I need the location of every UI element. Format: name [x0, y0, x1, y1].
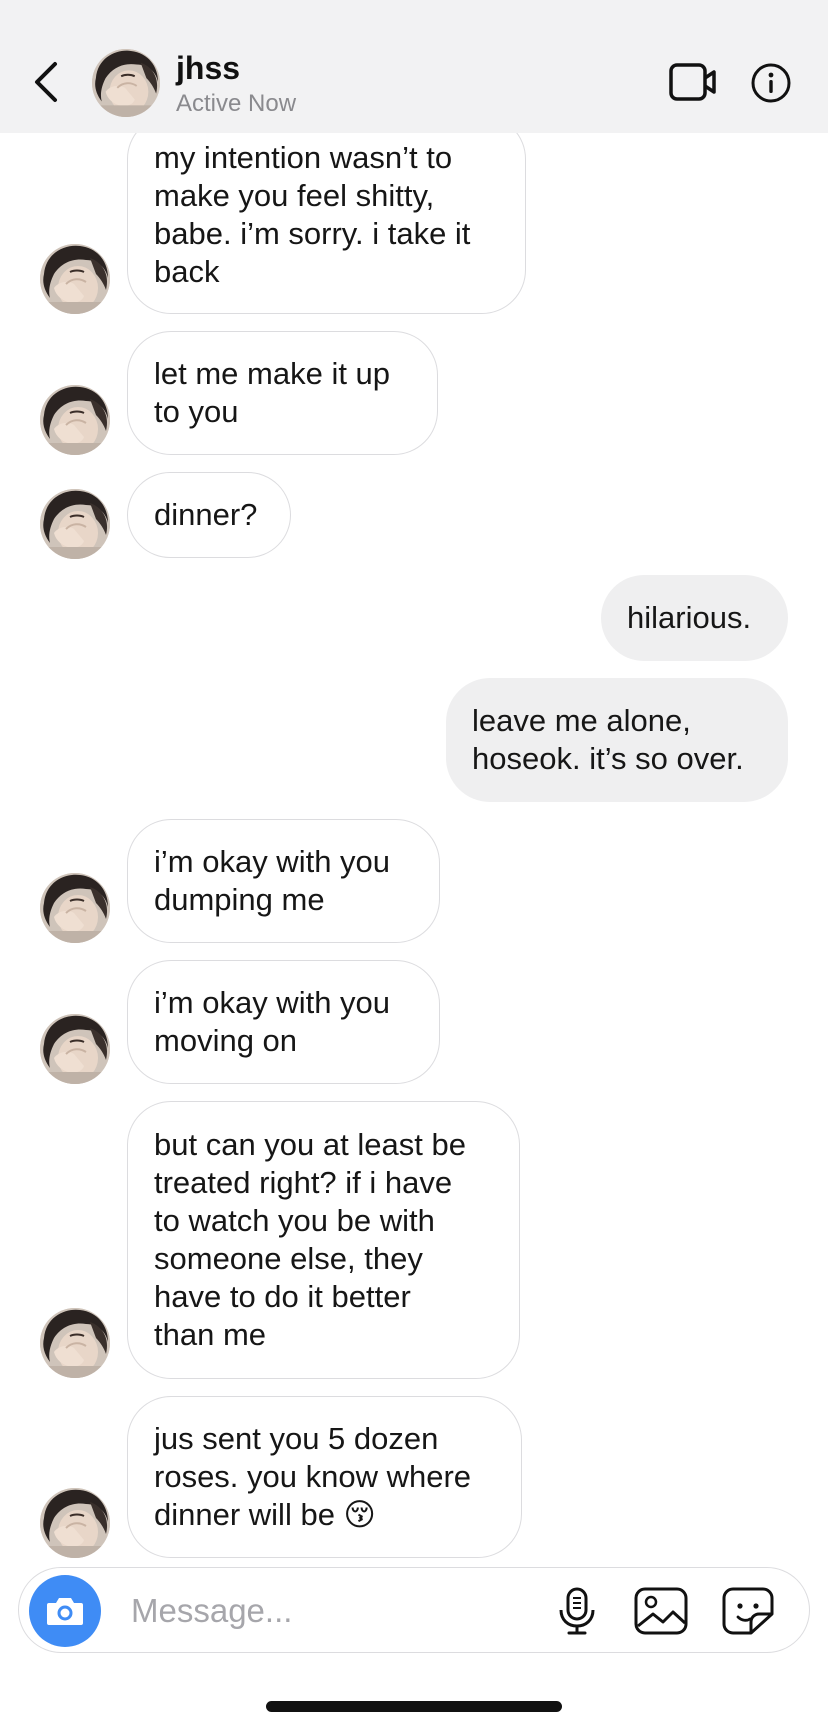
- contact-name[interactable]: jhss: [176, 49, 240, 87]
- message-bubble[interactable]: jus sent you 5 dozen roses. you know whe…: [127, 1396, 522, 1558]
- camera-button[interactable]: [29, 1575, 101, 1647]
- active-status: Active Now: [176, 90, 297, 117]
- message-composer: [18, 1567, 810, 1653]
- video-camera-icon: [669, 63, 716, 101]
- message-text: let me make it up to you: [154, 356, 391, 429]
- message-bubble[interactable]: but can you at least be treated right? i…: [127, 1101, 520, 1379]
- message-bubble[interactable]: dinner?: [127, 472, 291, 558]
- sticker-button[interactable]: [721, 1586, 775, 1636]
- message-bubble[interactable]: let me make it up to you: [127, 331, 438, 455]
- chat-screen: jhss Active Now my intention wasn’t to m…: [0, 0, 828, 1729]
- sender-avatar[interactable]: [40, 385, 110, 455]
- sender-avatar[interactable]: [40, 489, 110, 559]
- message-bubble[interactable]: my intention wasn’t to make you feel shi…: [127, 115, 526, 314]
- message-text: but can you at least be treated right? i…: [154, 1127, 466, 1352]
- image-icon: [634, 1587, 688, 1635]
- microphone-icon: [559, 1587, 595, 1635]
- voice-message-button[interactable]: [555, 1586, 599, 1636]
- message-text: i’m okay with you moving on: [154, 985, 391, 1058]
- info-button[interactable]: [750, 62, 792, 104]
- back-button[interactable]: [26, 56, 66, 108]
- message-text: i’m okay with you dumping me: [154, 844, 391, 917]
- message-bubble[interactable]: hilarious.: [601, 575, 788, 661]
- info-icon: [751, 63, 791, 103]
- video-call-button[interactable]: [668, 62, 718, 102]
- contact-avatar[interactable]: [92, 49, 160, 117]
- sender-avatar[interactable]: [40, 244, 110, 314]
- camera-icon: [47, 1598, 83, 1625]
- message-text: jus sent you 5 dozen roses. you know whe…: [154, 1421, 472, 1532]
- gallery-button[interactable]: [633, 1586, 689, 1636]
- message-text: dinner?: [154, 497, 258, 532]
- message-input[interactable]: [131, 1586, 531, 1636]
- message-bubble[interactable]: i’m okay with you moving on: [127, 960, 440, 1084]
- sender-avatar[interactable]: [40, 1308, 110, 1378]
- message-text: hilarious.: [627, 600, 752, 635]
- sender-avatar[interactable]: [40, 1488, 110, 1558]
- message-bubble[interactable]: leave me alone, hoseok. it’s so over.: [446, 678, 788, 802]
- sticker-icon: [722, 1587, 774, 1635]
- sender-avatar[interactable]: [40, 1014, 110, 1084]
- chat-header: jhss Active Now: [0, 0, 828, 133]
- message-text: leave me alone, hoseok. it’s so over.: [472, 703, 744, 776]
- message-bubble[interactable]: i’m okay with you dumping me: [127, 819, 440, 943]
- chevron-left-icon: [35, 62, 57, 102]
- sender-avatar[interactable]: [40, 873, 110, 943]
- home-indicator[interactable]: [266, 1701, 562, 1712]
- message-text: my intention wasn’t to make you feel shi…: [154, 139, 471, 289]
